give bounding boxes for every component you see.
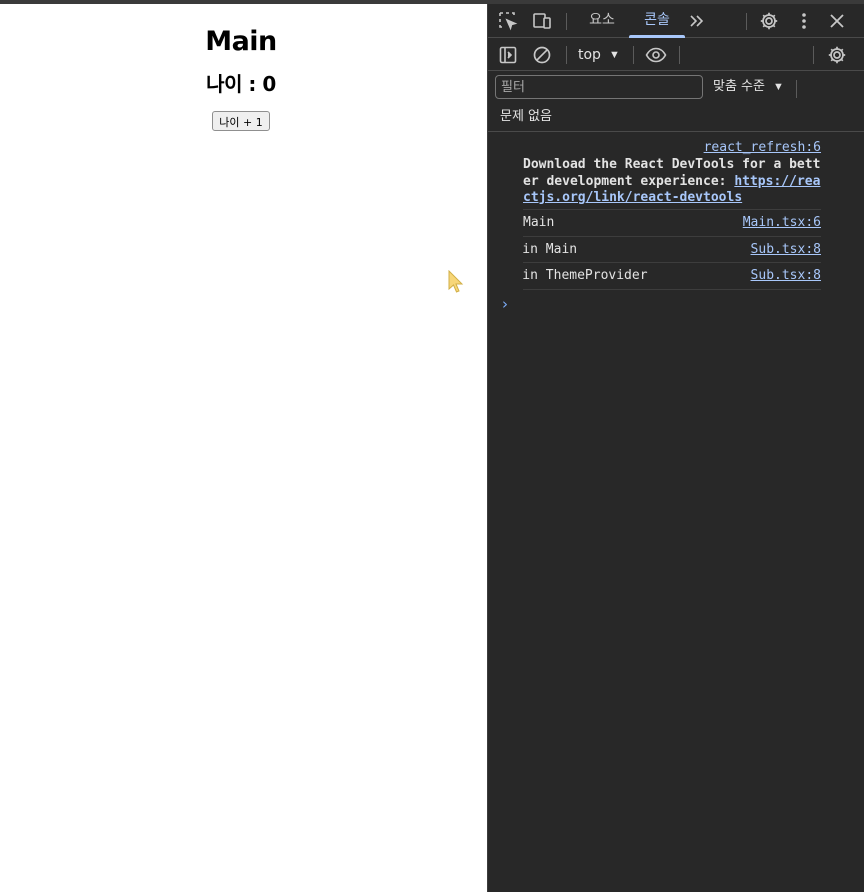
console-settings-gear-icon[interactable] <box>826 45 848 65</box>
toolbar-separator-2 <box>633 46 634 64</box>
devtools-panel: 요소 콘솔 top ▼ 필터 맞춤 수준 ▼ 문제 없음 react_refre… <box>487 4 864 892</box>
page-viewport: Main 나이 : 0 나이 + 1 <box>0 4 487 892</box>
message-text: in Main <box>491 241 578 257</box>
increment-age-button[interactable]: 나이 + 1 <box>212 111 270 131</box>
console-messages: react_refresh:6 Download the React DevTo… <box>488 132 864 312</box>
sidebar-toggle-icon[interactable] <box>498 45 518 65</box>
settings-gear-icon[interactable] <box>758 10 780 32</box>
mouse-pointer-icon <box>448 270 464 293</box>
log-levels-caret-icon[interactable]: ▼ <box>773 77 784 97</box>
message-source-link[interactable]: react_refresh:6 <box>704 140 821 156</box>
console-prompt-icon[interactable]: › <box>502 296 508 312</box>
issues-status[interactable]: 문제 없음 <box>500 108 552 126</box>
age-display: 나이 : 0 <box>206 72 276 96</box>
device-toolbar-icon[interactable] <box>531 10 553 32</box>
more-tabs-icon[interactable] <box>686 10 708 32</box>
app-root: Main 나이 : 0 나이 + 1 <box>0 26 482 131</box>
clear-console-icon[interactable] <box>532 45 552 65</box>
filter-bar: 맞춤 수준 ▼ <box>488 71 864 105</box>
toolbar-separator <box>566 46 567 64</box>
page-title: Main <box>205 26 277 57</box>
context-dropdown-caret-icon[interactable]: ▼ <box>609 45 620 65</box>
console-message: in Main Sub.tsx:8 <box>522 237 821 263</box>
context-selector[interactable]: top <box>578 45 601 65</box>
toolbar-separator-3 <box>679 46 680 64</box>
tabbar-separator <box>566 13 567 30</box>
issues-bar: 문제 없음 <box>488 105 864 132</box>
kebab-menu-icon[interactable] <box>793 10 815 32</box>
tabbar-separator-2 <box>746 13 747 30</box>
toolbar-separator-4 <box>813 46 814 64</box>
console-toolbar: top ▼ <box>488 38 864 71</box>
filter-separator <box>796 80 797 98</box>
close-devtools-icon[interactable] <box>826 10 848 32</box>
console-message: Main Main.tsx:6 <box>523 210 821 237</box>
inspect-element-icon[interactable] <box>497 10 519 32</box>
message-text: Main <box>523 215 555 230</box>
message-source-link[interactable]: Sub.tsx:8 <box>751 241 821 258</box>
log-levels-dropdown[interactable]: 맞춤 수준 <box>713 77 765 97</box>
message-source-link[interactable]: Main.tsx:6 <box>743 214 821 231</box>
message-text: Download the React DevTools for a better… <box>523 157 821 207</box>
live-expression-eye-icon[interactable] <box>644 45 668 65</box>
tab-console[interactable]: 콘솔 <box>629 4 685 38</box>
devtools-tabbar: 요소 콘솔 <box>488 4 864 38</box>
console-message: in ThemeProvider Sub.tsx:8 <box>522 263 821 290</box>
message-source-link[interactable]: Sub.tsx:8 <box>751 267 821 284</box>
message-text: in ThemeProvider <box>491 268 648 283</box>
console-message: react_refresh:6 Download the React DevTo… <box>523 132 821 210</box>
filter-input[interactable] <box>495 75 703 99</box>
tab-elements[interactable]: 요소 <box>578 4 626 38</box>
